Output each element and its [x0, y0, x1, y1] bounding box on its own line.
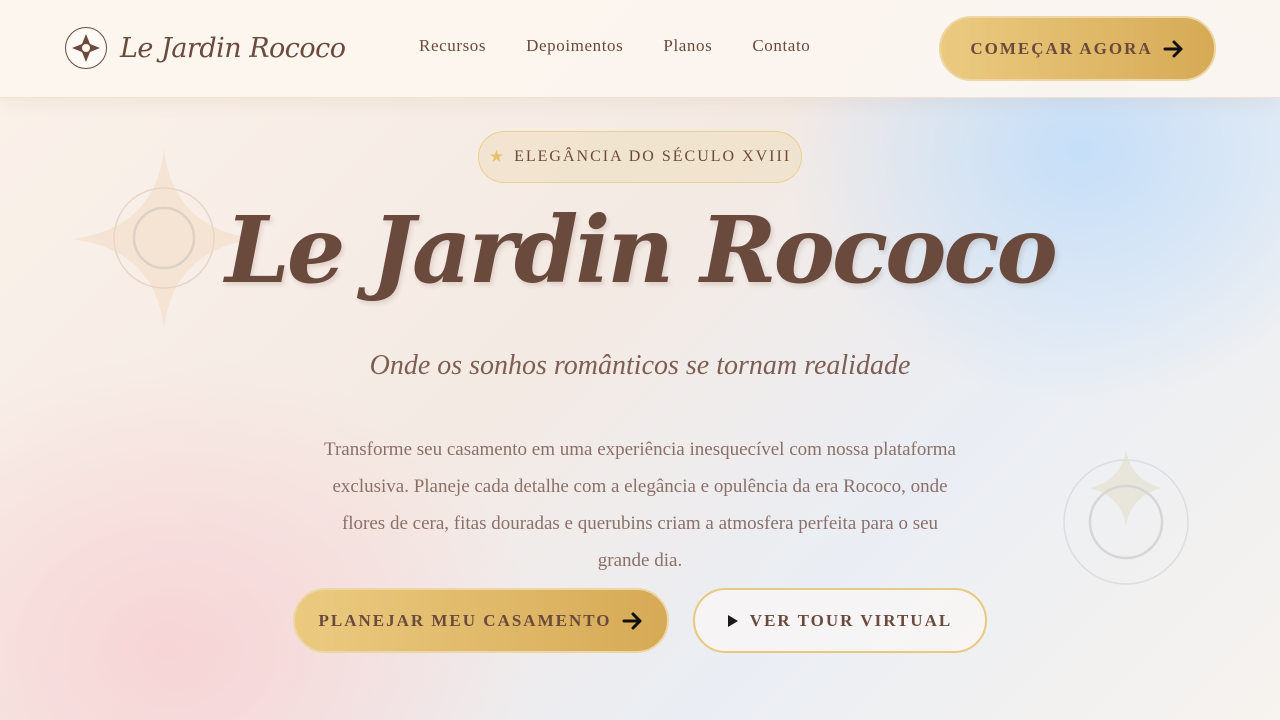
hero-subtitle: Onde os sonhos românticos se tornam real…	[0, 350, 1280, 382]
nav-link-contato[interactable]: Contato	[752, 36, 810, 56]
nav-link-recursos[interactable]: Recursos	[419, 36, 486, 56]
site-header: Le Jardin Rococo Recursos Depoimentos Pl…	[0, 0, 1280, 98]
era-badge: ★ ELEGÂNCIA DO SÉCULO XVIII	[478, 131, 802, 183]
get-started-label: COMEÇAR AGORA	[970, 39, 1152, 59]
plan-wedding-label: PLANEJAR MEU CASAMENTO	[318, 611, 611, 631]
arrow-right-icon	[622, 612, 644, 630]
nav-link-planos[interactable]: Planos	[663, 36, 712, 56]
plan-wedding-button[interactable]: PLANEJAR MEU CASAMENTO	[293, 588, 669, 653]
play-icon	[728, 615, 738, 627]
decorative-circle-ornament	[1060, 450, 1192, 586]
hero-description: Transforme seu casamento em uma experiên…	[315, 431, 965, 579]
brand-name: Le Jardin Rococo	[120, 33, 346, 64]
hero-title: Le Jardin Rococo	[0, 196, 1280, 304]
star-icon: ★	[489, 147, 506, 167]
era-badge-label: ELEGÂNCIA DO SÉCULO XVIII	[514, 148, 791, 166]
get-started-button[interactable]: COMEÇAR AGORA	[939, 16, 1216, 81]
virtual-tour-button[interactable]: VER TOUR VIRTUAL	[693, 588, 987, 653]
main-nav: Recursos Depoimentos Planos Contato	[419, 36, 810, 56]
arrow-right-icon	[1163, 40, 1185, 58]
nav-link-depoimentos[interactable]: Depoimentos	[526, 36, 623, 56]
brand-logo[interactable]: Le Jardin Rococo	[65, 27, 346, 69]
compass-star-icon	[65, 27, 107, 69]
virtual-tour-label: VER TOUR VIRTUAL	[750, 611, 952, 631]
